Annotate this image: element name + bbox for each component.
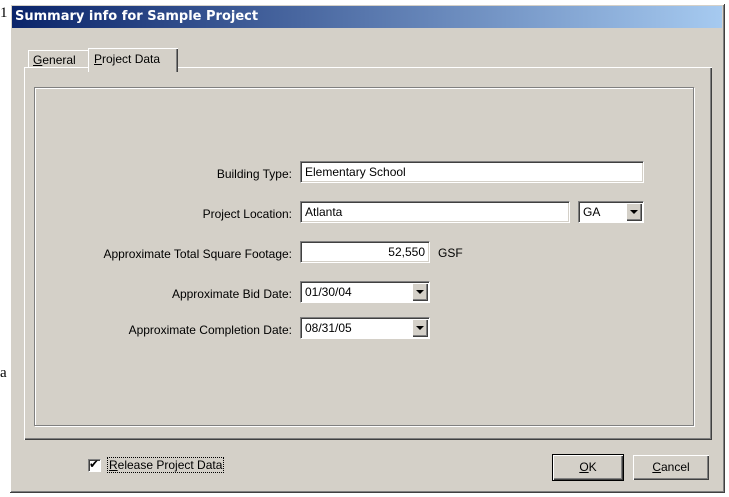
project-data-panel: Building Type: Elementary School Project… bbox=[24, 67, 712, 440]
release-label-rest: elease Project Data bbox=[117, 458, 223, 472]
bid-date-label: Approximate Bid Date: bbox=[171, 287, 292, 301]
cancel-access-key: C bbox=[652, 460, 661, 474]
dialog-title: Summary info for Sample Project bbox=[15, 9, 259, 24]
ok-button[interactable]: OK bbox=[552, 454, 624, 481]
chevron-down-icon bbox=[630, 210, 638, 214]
checkmark-icon: ✔ bbox=[89, 457, 100, 471]
cancel-label-rest: ancel bbox=[660, 460, 690, 474]
tab-general-label: eneral bbox=[42, 53, 76, 67]
chevron-down-icon bbox=[416, 290, 424, 294]
bid-date-value: 01/30/04 bbox=[305, 285, 352, 299]
chevron-down-icon bbox=[416, 326, 424, 330]
release-access-key: R bbox=[109, 458, 118, 472]
project-location-label: Project Location: bbox=[202, 207, 292, 221]
square-footage-unit: GSF bbox=[438, 246, 463, 260]
ok-label-rest: K bbox=[588, 460, 597, 474]
building-type-input[interactable]: Elementary School bbox=[300, 161, 644, 183]
square-footage-input[interactable]: 52,550 bbox=[300, 241, 430, 263]
completion-date-value: 08/31/05 bbox=[305, 321, 352, 335]
completion-date-label: Approximate Completion Date: bbox=[128, 323, 292, 337]
state-select-value: GA bbox=[583, 205, 601, 219]
summary-info-dialog: Summary info for Sample Project General … bbox=[10, 4, 725, 493]
tab-project-data[interactable]: Project Data bbox=[88, 48, 178, 72]
state-dropdown-button[interactable] bbox=[626, 203, 642, 221]
project-location-input[interactable]: Atlanta bbox=[300, 201, 570, 223]
bid-date-dropdown-button[interactable] bbox=[412, 283, 428, 301]
tab-general-access-key: G bbox=[33, 53, 43, 67]
state-select[interactable]: GA bbox=[578, 201, 644, 223]
bid-date-picker[interactable]: 01/30/04 bbox=[300, 281, 430, 303]
completion-date-picker[interactable]: 08/31/05 bbox=[300, 317, 430, 339]
completion-date-dropdown-button[interactable] bbox=[412, 319, 428, 337]
tab-project-data-access-key: P bbox=[94, 52, 103, 66]
release-project-data-checkbox[interactable]: ✔ bbox=[88, 457, 101, 472]
dialog-title-bar[interactable]: Summary info for Sample Project bbox=[12, 6, 722, 28]
square-footage-label: Approximate Total Square Footage: bbox=[103, 247, 292, 261]
cancel-button[interactable]: Cancel bbox=[633, 455, 709, 480]
building-type-label: Building Type: bbox=[216, 167, 292, 181]
background-text-fragment: a bbox=[0, 365, 7, 381]
ok-access-key: O bbox=[579, 460, 589, 474]
tab-project-data-label: roject Data bbox=[102, 52, 161, 66]
background-text-fragment: 1 bbox=[0, 5, 8, 21]
release-project-data-label[interactable]: Release Project Data bbox=[106, 457, 225, 473]
